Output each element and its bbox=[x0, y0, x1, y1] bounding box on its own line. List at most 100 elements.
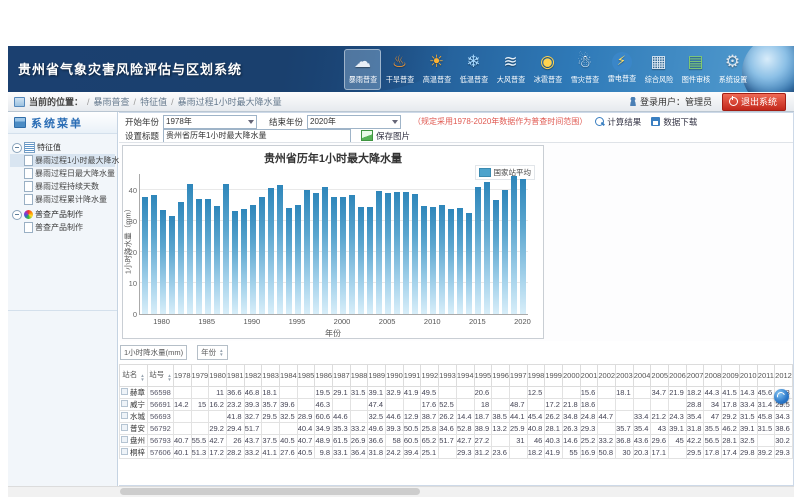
column-header-year-2005[interactable]: 2005 bbox=[651, 365, 669, 387]
row-expand-icon[interactable] bbox=[121, 400, 128, 407]
column-header-year-2000[interactable]: 2000 bbox=[562, 365, 580, 387]
expander-icon[interactable] bbox=[12, 143, 22, 153]
bar-1985 bbox=[205, 199, 211, 314]
bar-1993 bbox=[277, 185, 283, 314]
table-row-56598[interactable]: 赫章565981136.646.818.119.529.131.539.132.… bbox=[120, 387, 794, 399]
end-year-select[interactable]: 2020年 bbox=[307, 115, 401, 129]
column-header-year-1990[interactable]: 1990 bbox=[386, 365, 404, 387]
nav-item-map-review[interactable]: ▤图件审核 bbox=[677, 49, 714, 90]
column-header-station-id[interactable]: 站号▲▼ bbox=[148, 365, 174, 387]
column-header-year-2007[interactable]: 2007 bbox=[686, 365, 704, 387]
value-cell: 39.3 bbox=[386, 423, 404, 435]
tree-item-暴雨过程持续天数[interactable]: 暴雨过程持续天数 bbox=[10, 180, 115, 193]
column-header-year-2008[interactable]: 2008 bbox=[704, 365, 722, 387]
column-header-year-2003[interactable]: 2003 bbox=[616, 365, 634, 387]
start-year-select[interactable]: 1978年 bbox=[163, 115, 257, 129]
expander-icon[interactable] bbox=[12, 210, 22, 220]
column-header-year-1984[interactable]: 1984 bbox=[279, 365, 297, 387]
column-header-year-1980[interactable]: 1980 bbox=[209, 365, 227, 387]
column-header-year-1982[interactable]: 1982 bbox=[244, 365, 262, 387]
bar-2019 bbox=[511, 176, 517, 314]
column-header-year-1986[interactable]: 1986 bbox=[315, 365, 333, 387]
column-header-year-1993[interactable]: 1993 bbox=[439, 365, 457, 387]
column-header-year-1988[interactable]: 1988 bbox=[350, 365, 368, 387]
nav-item-hail[interactable]: ◉冰雹普查 bbox=[529, 49, 566, 90]
column-header-year-1995[interactable]: 1995 bbox=[474, 365, 492, 387]
column-header-year-1992[interactable]: 1992 bbox=[421, 365, 439, 387]
breadcrumb-item[interactable]: 暴雨过程1小时最大降水量 bbox=[178, 97, 282, 107]
column-header-year-1989[interactable]: 1989 bbox=[368, 365, 386, 387]
row-expand-icon[interactable] bbox=[121, 412, 128, 419]
value-cell: 18.2 bbox=[527, 447, 545, 459]
column-header-year-2009[interactable]: 2009 bbox=[722, 365, 740, 387]
nav-item-settings[interactable]: ⚙系统设置 bbox=[714, 49, 751, 90]
column-header-year-2012[interactable]: 2012 bbox=[775, 365, 793, 387]
sort-icons[interactable]: ▲▼ bbox=[167, 374, 171, 382]
nav-item-lightning[interactable]: ⚡雷电普查 bbox=[603, 49, 640, 90]
table-row-56691[interactable]: 威宁5669114.21516.223.239.335.739.646.347.… bbox=[120, 399, 794, 411]
breadcrumb-item[interactable]: 暴雨普查 bbox=[94, 97, 130, 107]
nav-item-rainstorm[interactable]: ☁暴雨普查 bbox=[344, 49, 381, 90]
value-cell: 49.6 bbox=[368, 423, 386, 435]
field-filter[interactable]: 1小时降水量(mm) bbox=[120, 345, 187, 360]
column-header-year-2002[interactable]: 2002 bbox=[598, 365, 616, 387]
sidebar-header: 系统菜单 bbox=[8, 112, 117, 134]
bar-2012 bbox=[448, 209, 454, 314]
tree-group-特征值[interactable]: 特征值 bbox=[10, 141, 115, 154]
row-expand-icon[interactable] bbox=[121, 424, 128, 431]
nav-item-low-temp[interactable]: ❄低温普查 bbox=[455, 49, 492, 90]
column-header-year-2001[interactable]: 2001 bbox=[580, 365, 598, 387]
value-cell: 21.9 bbox=[669, 387, 687, 399]
column-header-station-name[interactable]: 站名▲▼ bbox=[120, 365, 148, 387]
nav-item-snow[interactable]: ☃雪灾普查 bbox=[566, 49, 603, 90]
tree-group-普查产品制作[interactable]: 普查产品制作 bbox=[10, 208, 115, 221]
chart-title-input[interactable] bbox=[163, 129, 351, 143]
column-header-year-1979[interactable]: 1979 bbox=[191, 365, 209, 387]
tree-item-暴雨过程累计降水量[interactable]: 暴雨过程累计降水量 bbox=[10, 193, 115, 206]
bar-2009 bbox=[421, 206, 427, 314]
scrollbar-thumb[interactable] bbox=[120, 488, 420, 495]
calculate-button[interactable]: 计算结果 bbox=[595, 116, 641, 128]
weather-float-button[interactable] bbox=[774, 389, 789, 404]
column-header-year-1999[interactable]: 1999 bbox=[545, 365, 563, 387]
column-header-year-1991[interactable]: 1991 bbox=[403, 365, 421, 387]
value-cell: 38.5 bbox=[492, 411, 510, 423]
save-image-button[interactable]: 保存图片 bbox=[361, 130, 410, 142]
nav-item-drought[interactable]: ♨干旱普查 bbox=[381, 49, 418, 90]
column-header-year-1996[interactable]: 1996 bbox=[492, 365, 510, 387]
column-header-year-2011[interactable]: 2011 bbox=[757, 365, 775, 387]
column-header-year-2013[interactable]: 2013 bbox=[792, 365, 793, 387]
logout-button[interactable]: 退出系统 bbox=[722, 93, 786, 111]
row-expand-icon[interactable] bbox=[121, 388, 128, 395]
table-row-56793[interactable]: 盘州5679340.755.542.72643.737.540.540.748.… bbox=[120, 435, 794, 447]
column-header-year-1985[interactable]: 1985 bbox=[297, 365, 315, 387]
column-header-year-1997[interactable]: 1997 bbox=[509, 365, 527, 387]
year-sort-filter[interactable]: 年份 ▲▼ bbox=[197, 345, 227, 360]
column-header-year-1981[interactable]: 1981 bbox=[226, 365, 244, 387]
column-header-year-1998[interactable]: 1998 bbox=[527, 365, 545, 387]
column-header-year-2006[interactable]: 2006 bbox=[669, 365, 687, 387]
tree-item-普查产品制作[interactable]: 普查产品制作 bbox=[10, 221, 115, 234]
station-name-cell: 威宁 bbox=[120, 399, 148, 411]
column-header-year-1978[interactable]: 1978 bbox=[173, 365, 191, 387]
breadcrumb-item[interactable]: 特征值 bbox=[140, 97, 167, 107]
horizontal-scrollbar[interactable] bbox=[8, 486, 794, 497]
column-header-year-2004[interactable]: 2004 bbox=[633, 365, 651, 387]
download-button[interactable]: 数据下载 bbox=[651, 116, 697, 128]
tree-item-暴雨过程日最大降水量[interactable]: 暴雨过程日最大降水量 bbox=[10, 167, 115, 180]
nav-item-wind[interactable]: ≋大风普查 bbox=[492, 49, 529, 90]
row-expand-icon[interactable] bbox=[121, 436, 128, 443]
sort-icons[interactable]: ▲▼ bbox=[140, 374, 144, 382]
column-header-year-1987[interactable]: 1987 bbox=[333, 365, 351, 387]
value-cell bbox=[616, 399, 634, 411]
column-header-year-1994[interactable]: 1994 bbox=[456, 365, 474, 387]
tree-item-暴雨过程1小时最大降水量[interactable]: 暴雨过程1小时最大降水量 bbox=[10, 154, 115, 167]
column-header-year-2010[interactable]: 2010 bbox=[739, 365, 757, 387]
table-row-56792[interactable]: 普安5679229.229.451.740.434.935.333.249.63… bbox=[120, 423, 794, 435]
table-row-56693[interactable]: 水城5669341.832.729.532.528.960.644.632.54… bbox=[120, 411, 794, 423]
nav-item-high-temp[interactable]: ☀高温普查 bbox=[418, 49, 455, 90]
column-header-year-1983[interactable]: 1983 bbox=[262, 365, 280, 387]
table-row-57606[interactable]: 桐梓5760640.151.317.228.233.241.127.640.59… bbox=[120, 447, 794, 459]
nav-item-composite-risk[interactable]: ▦综合风险 bbox=[640, 49, 677, 90]
row-expand-icon[interactable] bbox=[121, 448, 128, 455]
